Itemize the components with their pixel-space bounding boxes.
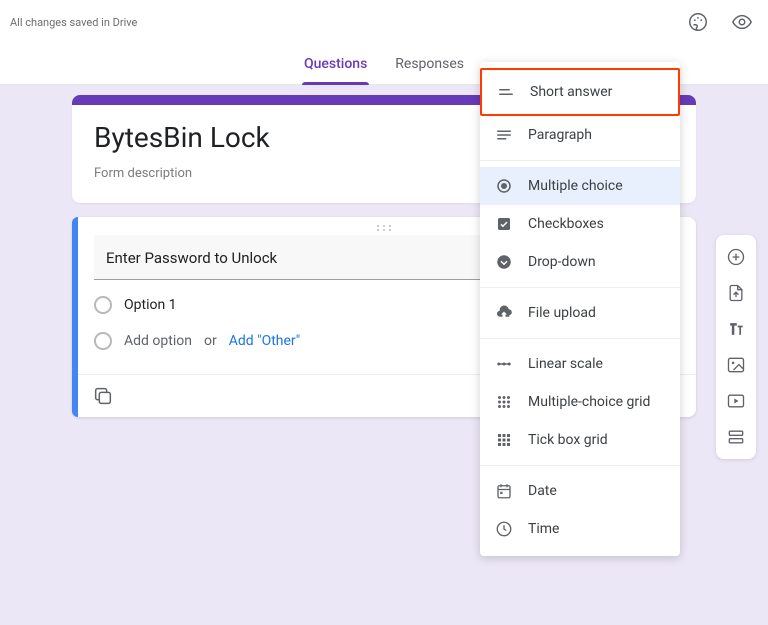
cloud-upload-icon bbox=[494, 303, 514, 323]
or-text: or bbox=[204, 333, 217, 349]
menu-item-checkboxes[interactable]: Checkboxes bbox=[480, 205, 680, 243]
topbar-actions bbox=[684, 8, 756, 36]
menu-label: Tick box grid bbox=[528, 432, 608, 448]
menu-item-multiple-choice[interactable]: Multiple choice bbox=[480, 167, 680, 205]
add-section-icon[interactable] bbox=[720, 421, 752, 453]
grid-squares-icon bbox=[494, 430, 514, 450]
menu-item-mc-grid[interactable]: Multiple-choice grid bbox=[480, 383, 680, 421]
tab-responses[interactable]: Responses bbox=[395, 56, 464, 84]
top-bar: All changes saved in Drive bbox=[0, 0, 768, 44]
menu-label: Multiple-choice grid bbox=[528, 394, 650, 410]
radio-selected-icon bbox=[494, 176, 514, 196]
menu-item-linear-scale[interactable]: Linear scale bbox=[480, 345, 680, 383]
add-image-icon[interactable] bbox=[720, 349, 752, 381]
menu-label: Time bbox=[528, 521, 559, 537]
menu-divider bbox=[480, 465, 680, 466]
menu-label: Short answer bbox=[530, 84, 612, 100]
menu-label: Drop-down bbox=[528, 254, 596, 270]
menu-label: Linear scale bbox=[528, 356, 603, 372]
question-type-menu: Short answer Paragraph Multiple choice C… bbox=[480, 62, 680, 556]
add-other-link[interactable]: Add "Other" bbox=[229, 333, 301, 349]
menu-divider bbox=[480, 287, 680, 288]
palette-icon[interactable] bbox=[684, 8, 712, 36]
menu-item-dropdown[interactable]: Drop-down bbox=[480, 243, 680, 281]
calendar-icon bbox=[494, 481, 514, 501]
add-question-icon[interactable] bbox=[720, 241, 752, 273]
menu-item-paragraph[interactable]: Paragraph bbox=[480, 116, 680, 154]
menu-label: Multiple choice bbox=[528, 178, 623, 194]
radio-icon bbox=[94, 332, 112, 350]
menu-item-date[interactable]: Date bbox=[480, 472, 680, 510]
menu-item-tick-grid[interactable]: Tick box grid bbox=[480, 421, 680, 459]
side-toolbar bbox=[716, 235, 756, 459]
menu-item-file-upload[interactable]: File upload bbox=[480, 294, 680, 332]
dropdown-icon bbox=[494, 252, 514, 272]
grid-dots-icon bbox=[494, 392, 514, 412]
linear-scale-icon bbox=[494, 354, 514, 374]
menu-item-time[interactable]: Time bbox=[480, 510, 680, 548]
highlighted-menu-item: Short answer bbox=[480, 68, 680, 116]
add-video-icon[interactable] bbox=[720, 385, 752, 417]
duplicate-icon[interactable] bbox=[92, 385, 114, 407]
menu-label: Paragraph bbox=[528, 127, 592, 143]
menu-label: Checkboxes bbox=[528, 216, 604, 232]
radio-icon bbox=[94, 296, 112, 314]
add-option-text[interactable]: Add option bbox=[124, 333, 192, 349]
option-label[interactable]: Option 1 bbox=[124, 297, 177, 313]
save-status: All changes saved in Drive bbox=[10, 16, 137, 29]
menu-label: File upload bbox=[528, 305, 596, 321]
checkbox-icon bbox=[494, 214, 514, 234]
preview-icon[interactable] bbox=[728, 8, 756, 36]
menu-item-short-answer[interactable]: Short answer bbox=[482, 70, 678, 114]
menu-divider bbox=[480, 160, 680, 161]
tab-questions[interactable]: Questions bbox=[304, 56, 367, 84]
menu-label: Date bbox=[528, 483, 557, 499]
add-title-icon[interactable] bbox=[720, 313, 752, 345]
paragraph-icon bbox=[494, 125, 514, 145]
clock-icon bbox=[494, 519, 514, 539]
short-answer-icon bbox=[496, 82, 516, 102]
menu-divider bbox=[480, 338, 680, 339]
import-questions-icon[interactable] bbox=[720, 277, 752, 309]
